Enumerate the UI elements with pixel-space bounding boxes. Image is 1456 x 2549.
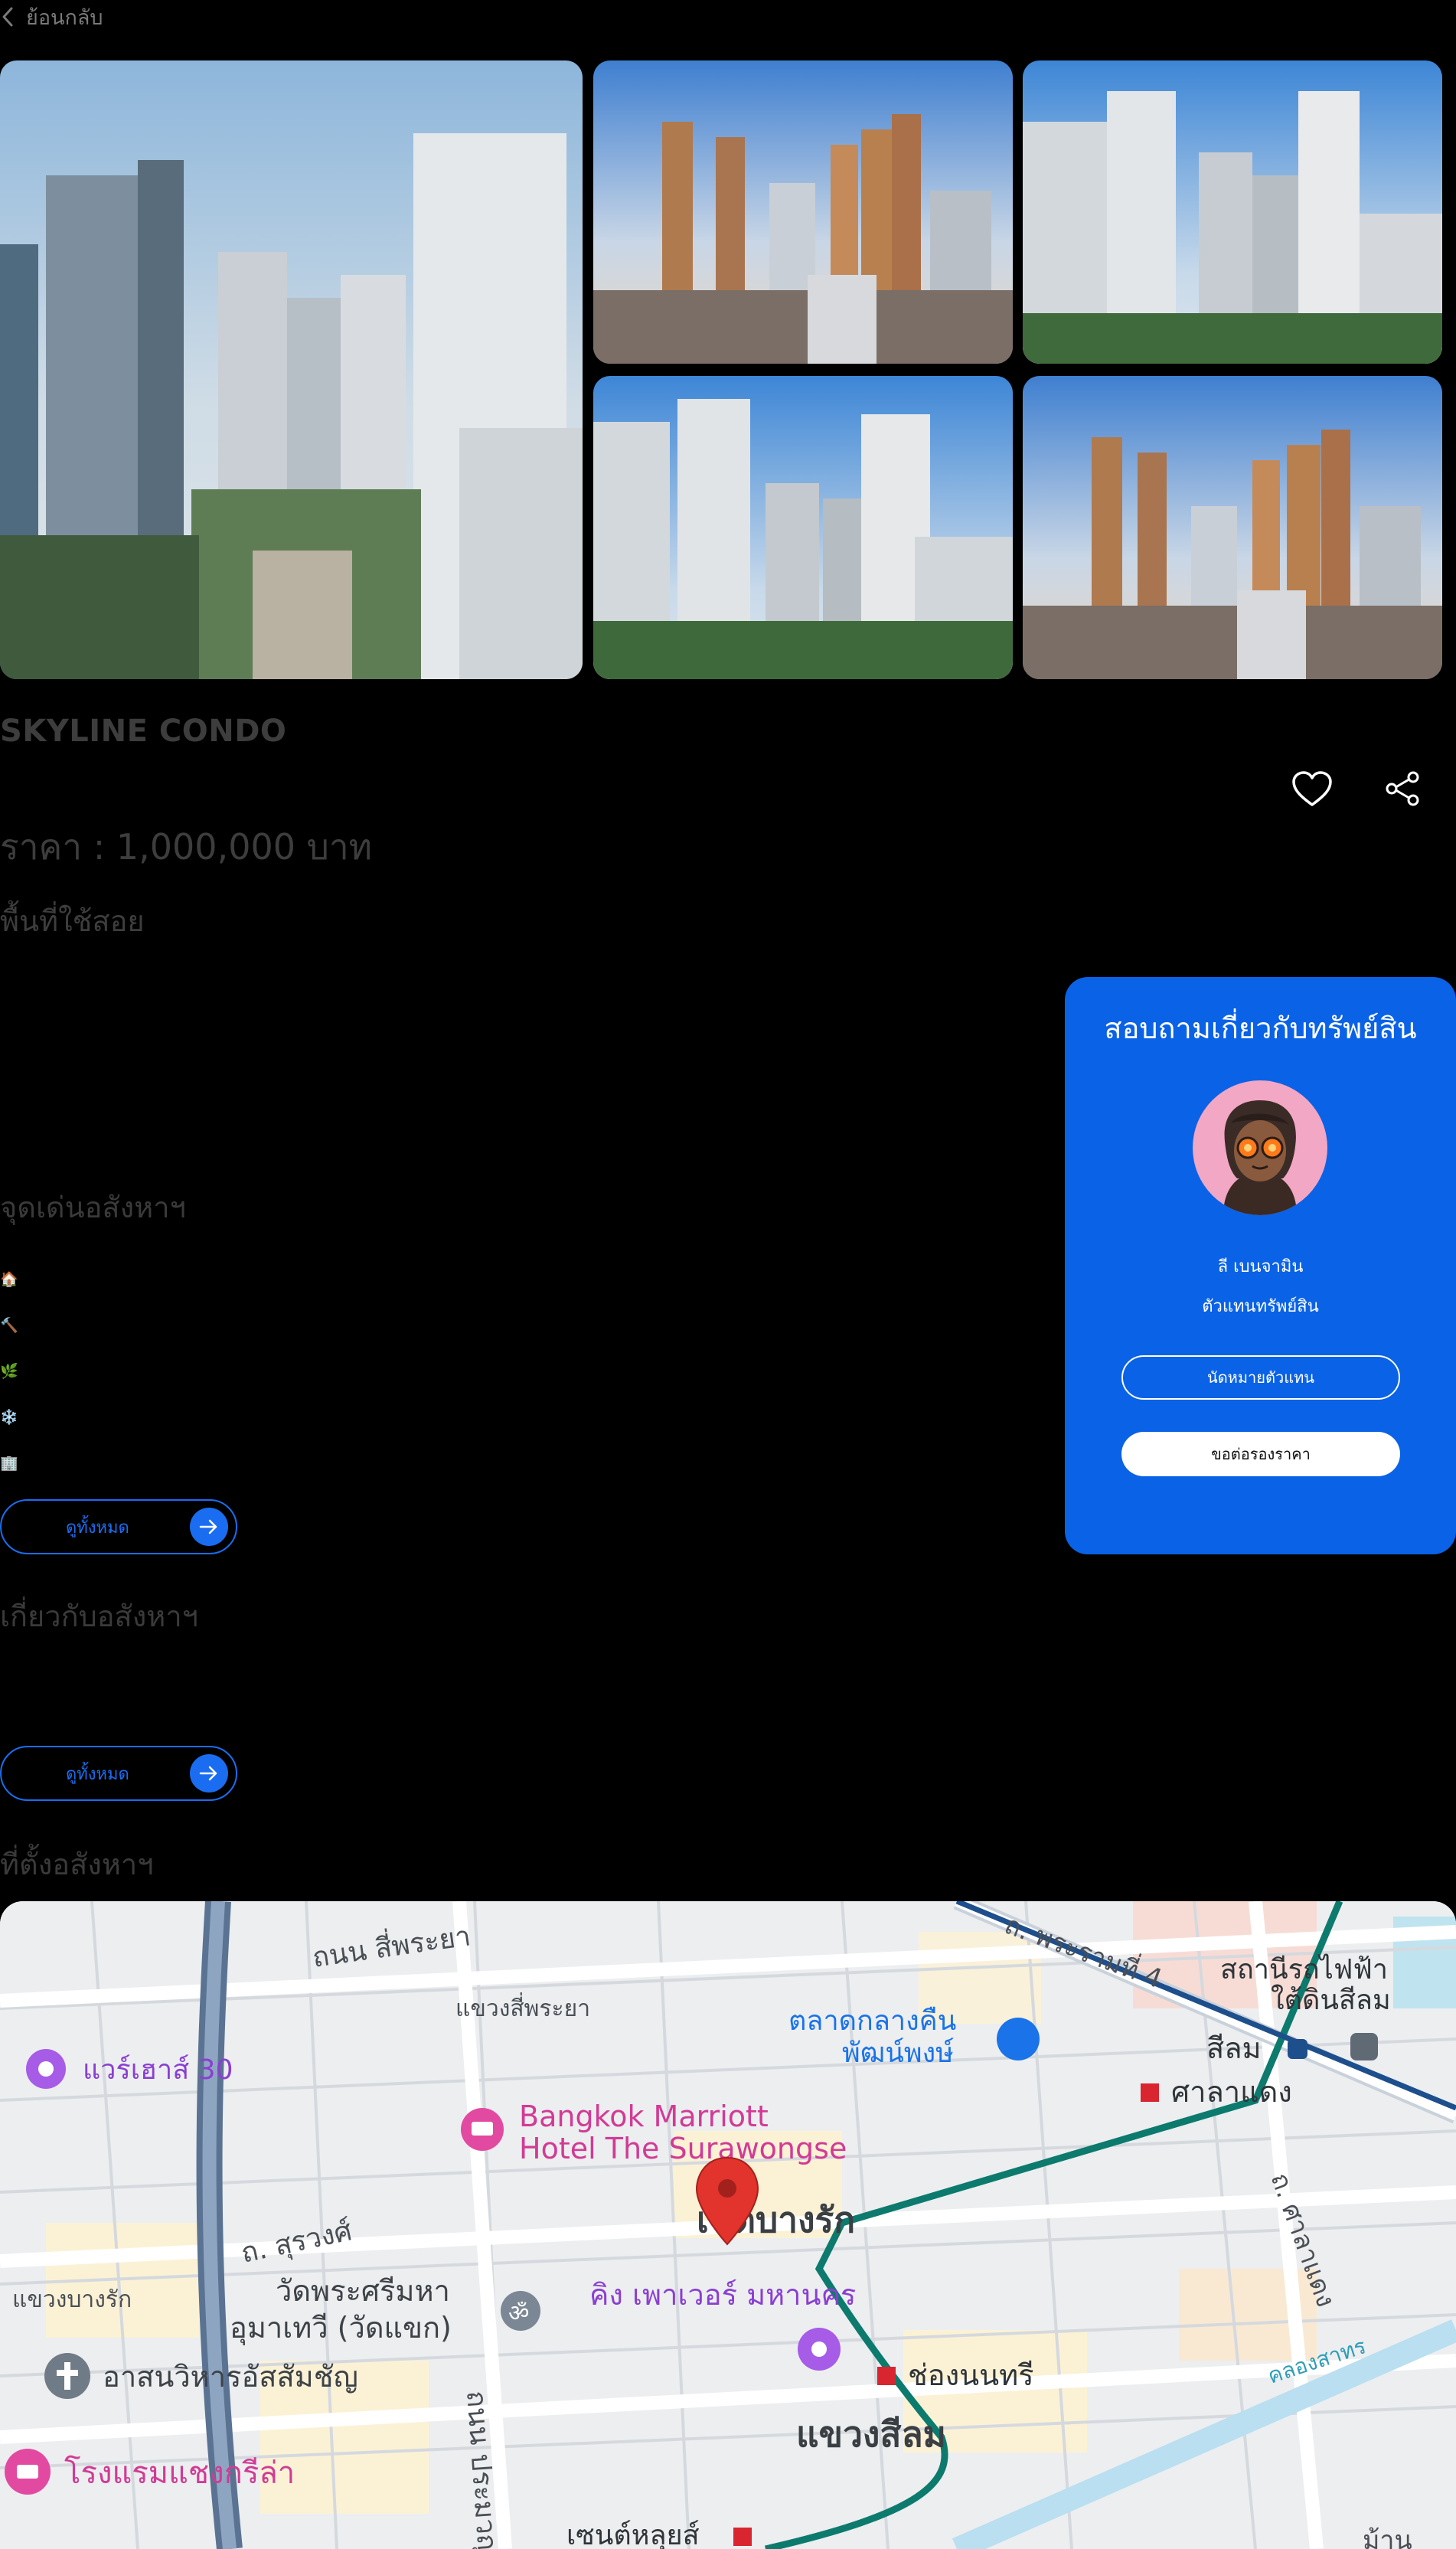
map-label-temple-1: วัดพระศรีมหา [276, 2274, 450, 2308]
map-label-marriott-2: Hotel The Surawongse [519, 2132, 847, 2165]
chevron-left-icon [2, 7, 13, 27]
map-label-silom: สีลม [1206, 2031, 1262, 2065]
building-icon: 🏢 [0, 1454, 18, 1472]
poi-warehouse30: แวร์เฮาส์ 30 [26, 2049, 233, 2089]
contact-card: สอบถามเกี่ยวกับทรัพย์สิน ลี เบนจามิน ตัว… [1065, 977, 1456, 1554]
map-label-station-title-1: สถานีรถไฟฟ้า [1220, 1953, 1388, 1985]
svg-text:ॐ: ॐ [508, 2300, 529, 2327]
see-all-label: ดูทั้งหมด [66, 1764, 129, 1784]
see-all-label: ดูทั้งหมด [66, 1518, 129, 1538]
map-label-king-power: คิง เพาเวอร์ มหานคร [589, 2278, 856, 2312]
location-map[interactable]: แวร์เฮาส์ 30 Bangkok Marriott Hotel The … [0, 1901, 1456, 2549]
listing-title: SKYLINE CONDO [0, 714, 287, 749]
highlights-heading: จุดเด่นอสังหาฯ [0, 1191, 186, 1224]
about-heading: เกี่ยวกับอสังหาฯ [0, 1600, 199, 1633]
map-label-sala-daeng: ศาลาแดง [1171, 2075, 1292, 2109]
arrow-right-icon [190, 1508, 228, 1546]
map-label-shangri-la: โรงแรมแชงกรีล่า [64, 2456, 295, 2491]
plant-icon: 🌿 [0, 1362, 18, 1380]
share-button[interactable] [1383, 769, 1422, 809]
gallery-photo-4[interactable] [593, 376, 1013, 679]
map-label-market-1: ตลาดกลางคืน [788, 2005, 956, 2037]
highlights-list: 🏠 🔨 🌿 ❄️ 🏢 [0, 1256, 18, 1485]
usable-area-label: พื้นที่ใช้สอย [0, 904, 145, 938]
about-see-all-button[interactable]: ดูทั้งหมด [0, 1746, 237, 1801]
listing-price: ราคา : 1,000,000 บาท [0, 826, 372, 868]
back-link[interactable]: ย้อนกลับ [0, 0, 103, 34]
negotiate-price-button[interactable]: ขอต่อรองราคา [1121, 1432, 1400, 1476]
highlight-item: 🔨 [0, 1302, 18, 1348]
map-label-marriott-1: Bangkok Marriott [519, 2100, 769, 2133]
map-label-chong-nonsi: ช่องนนทรี [908, 2358, 1034, 2392]
avatar [1193, 1080, 1327, 1215]
heart-icon [1292, 771, 1332, 806]
favorite-button[interactable] [1291, 769, 1334, 809]
map-label-khwaeng-bangrak: แขวงบางรัก [12, 2286, 132, 2313]
gallery-photo-2[interactable] [593, 60, 1013, 364]
gallery-photo-3[interactable] [1023, 60, 1442, 364]
map-label-corner: ม้าน [1363, 2525, 1412, 2549]
highlight-item: 🌿 [0, 1348, 18, 1394]
house-icon: 🏠 [0, 1270, 18, 1288]
appointment-button[interactable]: นัดหมายตัวแทน [1121, 1355, 1400, 1400]
highlights-see-all-button[interactable]: ดูทั้งหมด [0, 1499, 237, 1554]
map-label-temple-2: อุมาเทวี (วัดแขก) [230, 2311, 452, 2345]
hammer-icon: 🔨 [0, 1316, 18, 1334]
agent-name: ลี เบนจามิน [1217, 1257, 1304, 1276]
agent-role: ตัวแทนทรัพย์สิน [1202, 1297, 1319, 1316]
map-label-khwaeng-silom: แขวงสีลม [796, 2413, 946, 2455]
share-icon [1386, 771, 1419, 806]
location-heading: ที่ตั้งอสังหาฯ [0, 1848, 154, 1881]
map-label-market-2: พัฒน์พงษ์ [842, 2038, 954, 2069]
contact-card-title: สอบถามเกี่ยวกับทรัพย์สิน [1104, 1011, 1417, 1045]
map-label-cathedral: อาสนวิหารอัสสัมชัญ [103, 2360, 358, 2394]
map-label-station-title-2: ใต้ดินสีลม [1271, 1984, 1391, 2016]
snowflake-icon: ❄️ [0, 1408, 18, 1426]
highlight-item: 🏠 [0, 1256, 18, 1302]
highlight-item: ❄️ [0, 1394, 18, 1440]
back-label: ย้อนกลับ [26, 5, 103, 30]
arrow-right-icon [190, 1754, 228, 1792]
gallery-photo-5[interactable] [1023, 376, 1442, 679]
map-label-saint-louis: เซนต์หลุยส์ [566, 2520, 700, 2549]
gallery-photo-main[interactable] [0, 60, 583, 679]
map-label-warehouse30: แวร์เฮาส์ 30 [83, 2054, 233, 2086]
map-label-khwaeng-siphraya: แขวงสี่พระยา [455, 1992, 590, 2022]
highlight-item: 🏢 [0, 1440, 18, 1485]
